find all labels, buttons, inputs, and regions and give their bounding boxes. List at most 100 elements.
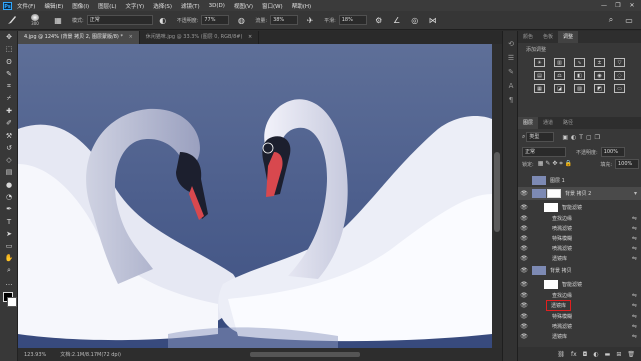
opacity-field[interactable]: 77% (201, 15, 230, 25)
vertical-scroll-thumb[interactable] (494, 152, 500, 232)
brush-preset-icon[interactable]: 300 (24, 14, 46, 26)
layer-name[interactable]: 背景 拷贝 2 (565, 190, 591, 197)
history-brush-icon[interactable]: ↺ (0, 142, 18, 154)
adjustment-layer-icon[interactable]: ◐ (593, 351, 598, 358)
crop-icon[interactable]: ⌗ (0, 80, 18, 92)
layer-name[interactable]: 智能滤镜 (562, 281, 582, 288)
filter-row[interactable]: 👁 透镜库 ⇋ (518, 330, 641, 342)
marquee-icon[interactable]: ⬚ (0, 43, 18, 55)
menu-image[interactable]: 图像(I) (72, 2, 89, 10)
filter-row[interactable]: 👁 透镜库 ⇋ (518, 252, 641, 264)
tab-adjustments[interactable]: 调整 (558, 31, 579, 43)
workspace-icon[interactable]: ▭ (623, 14, 635, 26)
visibility-icon[interactable]: 👁 (518, 204, 530, 211)
trash-icon[interactable]: 🗑 (627, 351, 635, 358)
brush-tool-icon[interactable] (6, 14, 18, 26)
search-icon[interactable]: ⌕ (605, 14, 617, 26)
channel-mixer-icon[interactable]: ◌ (614, 71, 625, 80)
zoom-icon[interactable]: ⌕ (0, 265, 18, 277)
menu-edit[interactable]: 编辑(E) (44, 2, 63, 10)
paragraph-panel-icon[interactable]: ¶ (503, 93, 519, 107)
tab-document-1[interactable]: 4.jpg @ 124% (背景 拷贝 2, 图层蒙版/8) * × (18, 31, 140, 44)
posterize-icon[interactable]: ▨ (574, 84, 585, 93)
filter-options-icon[interactable]: ⇋ (632, 313, 637, 320)
visibility-icon[interactable]: 👁 (518, 281, 530, 288)
restore-button[interactable]: ❐ (611, 0, 625, 11)
link-layers-icon[interactable]: ⛓ (557, 351, 565, 358)
horizontal-scroll-thumb[interactable] (250, 352, 360, 357)
close-icon[interactable]: × (129, 34, 133, 40)
brush-settings-icon[interactable]: ▦ (52, 14, 64, 26)
layer-row-selected[interactable]: 👁 背景 拷贝 2 ▾ (518, 187, 641, 200)
menu-3d[interactable]: 3D(D) (209, 3, 225, 9)
layer-name[interactable]: 查找边缘 (552, 215, 572, 222)
filter-options-icon[interactable]: ⇋ (632, 255, 637, 262)
canvas[interactable] (18, 44, 492, 348)
layer-name[interactable]: 透镜库 (552, 255, 567, 262)
layer-name[interactable]: 背景 拷贝 (550, 267, 572, 274)
hue-saturation-icon[interactable]: ▤ (534, 71, 545, 80)
tab-swatches[interactable]: 色板 (538, 31, 558, 43)
layer-opacity-field[interactable]: 100% (600, 147, 625, 157)
add-mask-icon[interactable]: ◘ (583, 351, 588, 358)
filter-options-icon[interactable]: ⇋ (632, 302, 637, 309)
vibrance-icon[interactable]: ▽ (614, 58, 625, 67)
zoom-level[interactable]: 123.93% (24, 352, 46, 358)
tab-layers[interactable]: 图层 (518, 117, 539, 129)
levels-icon[interactable]: ▥ (554, 58, 565, 67)
new-layer-icon[interactable]: ⊞ (616, 351, 621, 358)
menu-filter[interactable]: 滤镜(T) (181, 2, 200, 10)
tab-color[interactable]: 颜色 (518, 31, 538, 43)
hand-icon[interactable]: ✋ (0, 252, 18, 264)
mode-select[interactable]: 正常 (86, 15, 153, 25)
color-balance-icon[interactable]: ⚖ (554, 71, 565, 80)
tab-document-2[interactable]: 休闲猫咪.jpg @ 33.3% (图层 0, RGB/8#) × (140, 31, 260, 44)
layer-name[interactable]: 特殊模糊 (552, 235, 572, 242)
filter-options-icon[interactable]: ⇋ (632, 235, 637, 242)
lasso-icon[interactable]: ʘ (0, 56, 18, 68)
visibility-icon[interactable]: 👁 (518, 313, 530, 320)
properties-panel-icon[interactable]: ☰ (503, 51, 519, 65)
brush-panel-icon[interactable]: ✎ (503, 65, 519, 79)
layer-name[interactable]: 查找边缘 (552, 292, 572, 299)
brightness-contrast-icon[interactable]: ☀ (534, 58, 545, 67)
move-icon[interactable]: ✥ (0, 31, 18, 43)
visibility-icon[interactable]: 👁 (518, 323, 530, 330)
exposure-icon[interactable]: ± (594, 58, 605, 67)
layer-name[interactable]: 喷溅滤镜 (552, 323, 572, 330)
angle-icon[interactable]: ∠ (391, 14, 403, 26)
filter-options-icon[interactable]: ⇋ (632, 333, 637, 340)
eyedropper-icon[interactable]: ⌿ (0, 92, 18, 104)
minimize-button[interactable]: — (597, 0, 611, 11)
menu-select[interactable]: 选择(S) (153, 2, 172, 10)
visibility-icon[interactable]: 👁 (518, 255, 530, 262)
menu-type[interactable]: 文字(Y) (126, 2, 145, 10)
layer-name[interactable]: 透镜库 (546, 299, 572, 311)
visibility-icon[interactable]: 👁 (518, 215, 530, 222)
visibility-icon[interactable]: 👁 (518, 190, 530, 197)
path-select-icon[interactable]: ➤ (0, 228, 18, 240)
threshold-icon[interactable]: ◩ (594, 84, 605, 93)
invert-icon[interactable]: ◪ (554, 84, 565, 93)
menu-window[interactable]: 窗口(W) (262, 2, 283, 10)
pen-icon[interactable]: ✒ (0, 203, 18, 215)
brush-icon[interactable]: ✐ (0, 117, 18, 129)
tab-paths[interactable]: 路径 (558, 117, 578, 129)
gear-icon[interactable]: ⚙ (373, 14, 385, 26)
smoothing-field[interactable]: 18% (338, 15, 367, 25)
photo-filter-icon[interactable]: ◉ (594, 71, 605, 80)
history-panel-icon[interactable]: ⟲ (503, 37, 519, 51)
layer-name[interactable]: 透镜库 (552, 333, 567, 340)
layer-name[interactable]: 特殊模糊 (552, 313, 572, 320)
layer-name[interactable]: 喷溅滤镜 (552, 225, 572, 232)
fill-field[interactable]: 100% (615, 159, 639, 169)
visibility-icon[interactable]: 👁 (518, 225, 530, 232)
blend-mode-select[interactable]: 正常 (522, 147, 566, 157)
layer-name[interactable]: 喷溅滤镜 (552, 245, 572, 252)
menu-help[interactable]: 帮助(H) (292, 2, 311, 10)
more-icon[interactable]: … (0, 277, 18, 289)
healing-icon[interactable]: ✚ (0, 105, 18, 117)
type-icon[interactable]: T (0, 215, 18, 227)
close-icon[interactable]: × (248, 34, 252, 40)
stamp-icon[interactable]: ⚒ (0, 129, 18, 141)
